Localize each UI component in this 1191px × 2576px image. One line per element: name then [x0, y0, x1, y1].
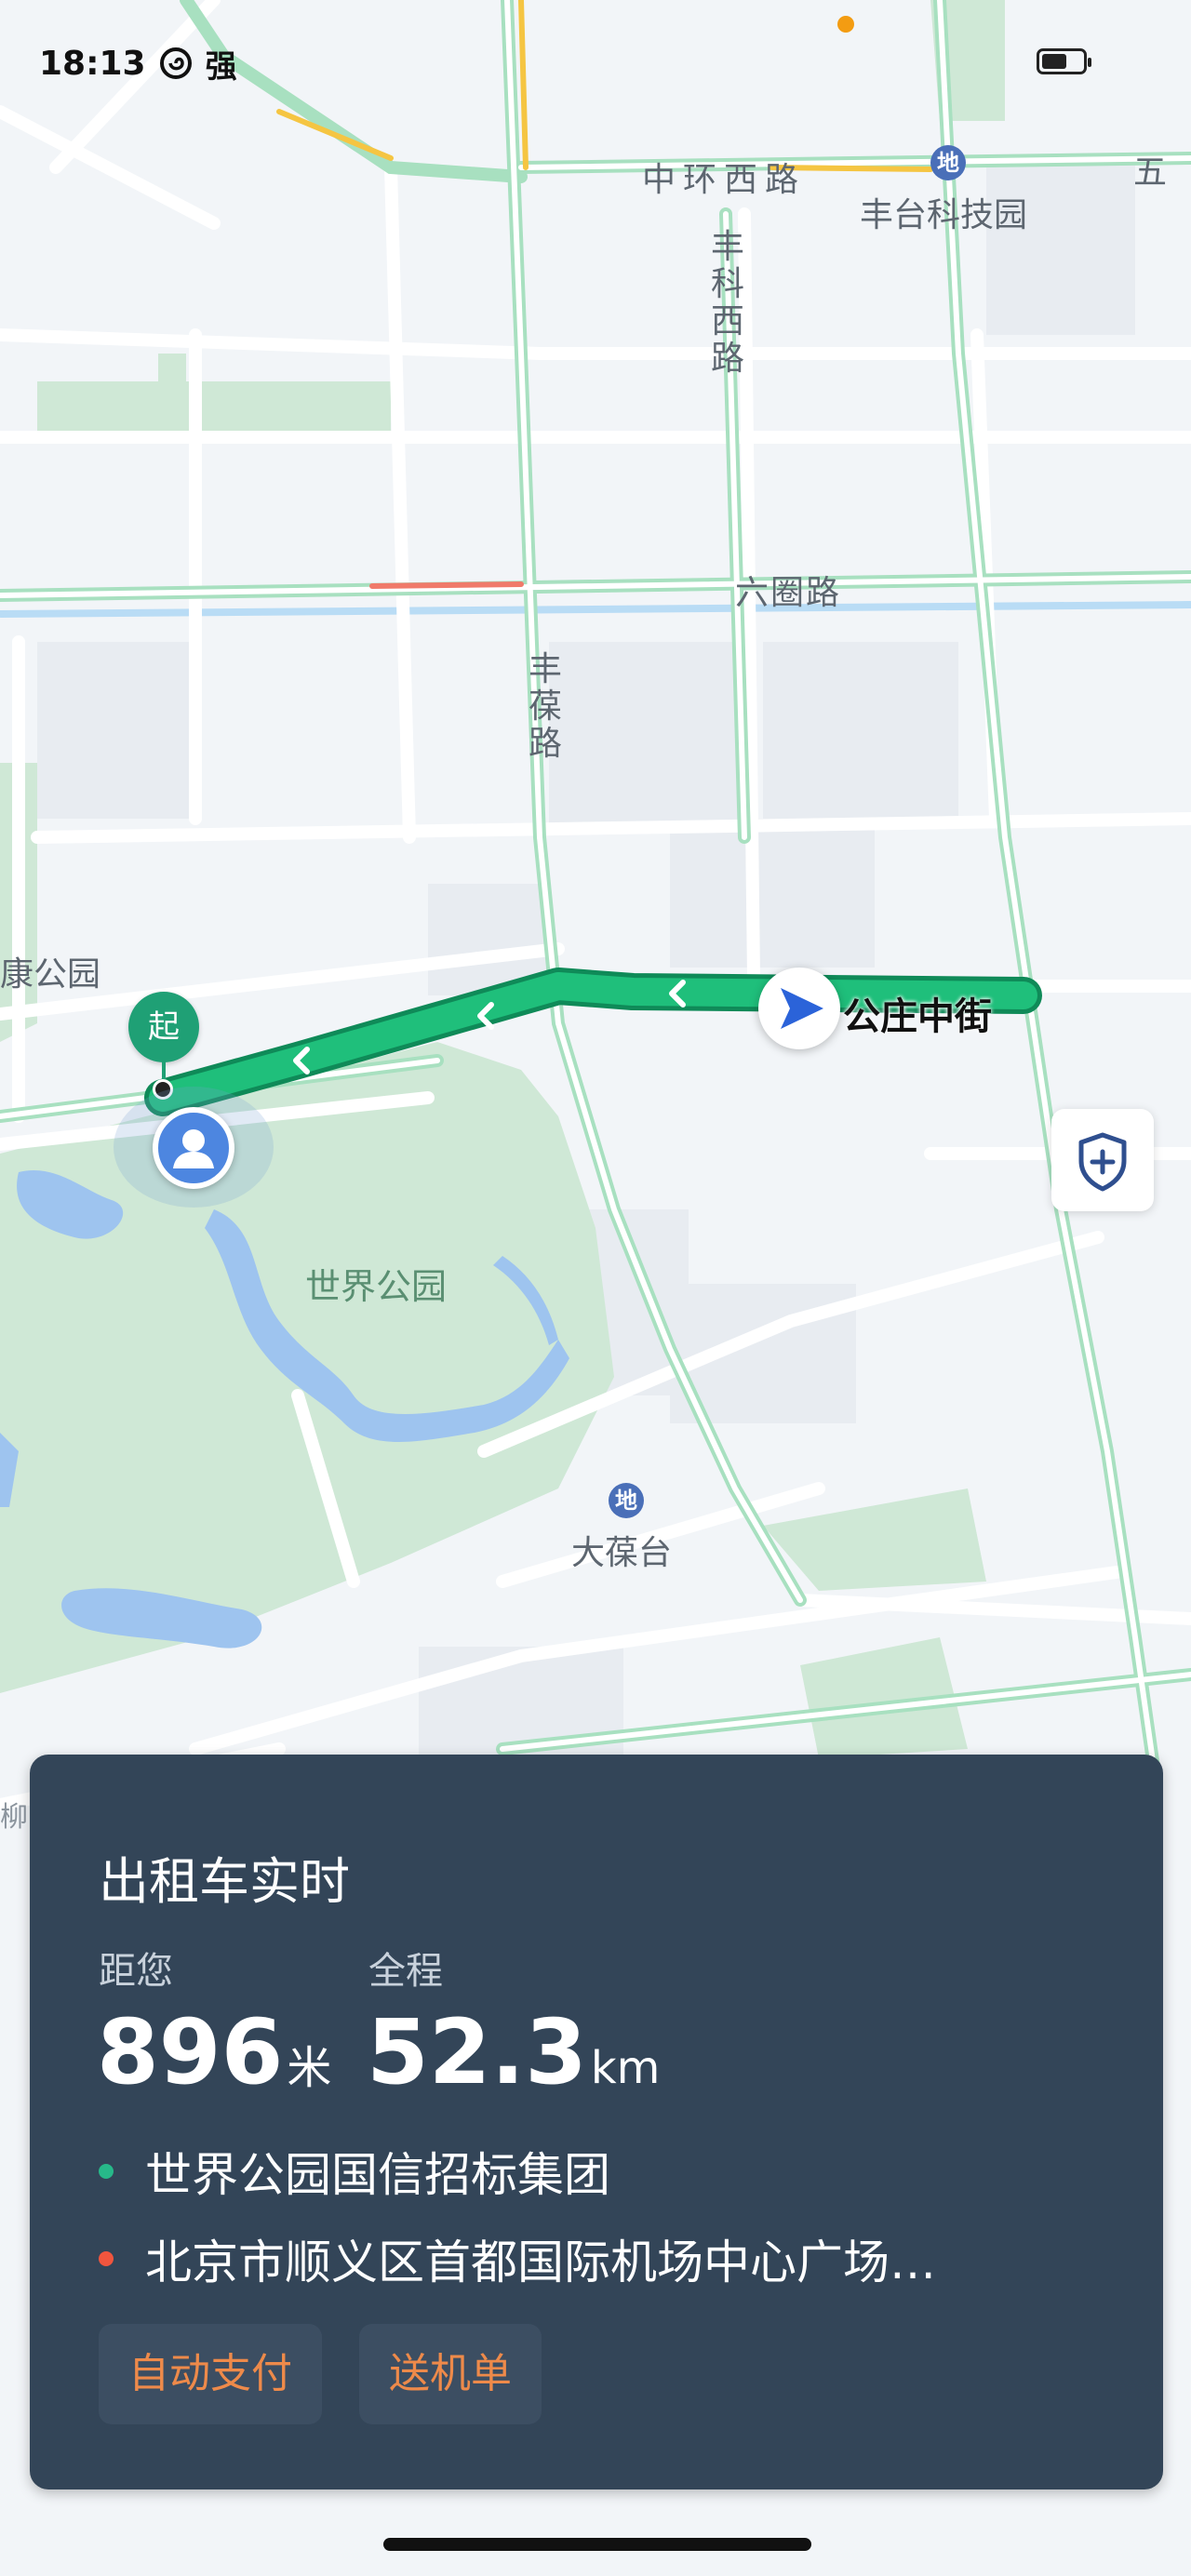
airport-dropoff-button[interactable]: 送机单	[359, 2324, 542, 2424]
signal-spiral-icon	[159, 47, 192, 79]
taxi-marker[interactable]	[758, 968, 840, 1049]
road-label-fengke-xilu: 丰科西路	[710, 228, 744, 378]
card-title: 出租车实时	[99, 1852, 350, 1911]
distance-label: 距您	[99, 1950, 173, 1993]
auto-pay-button[interactable]: 自动支付	[99, 2324, 322, 2424]
poi-label-shijie-gongyuan[interactable]: 世界公园	[305, 1258, 447, 1309]
taxi-realtime-card: 出租车实时 距您 896米 全程 52.3km 世界公园国信招标集团 北京市顺义…	[30, 1755, 1163, 2489]
traffic-event-dot	[837, 16, 854, 33]
network-strength-label: 强	[205, 47, 237, 86]
poi-label-fengtai-keji-yuan[interactable]: 丰台科技园	[860, 188, 1027, 236]
poi-label-liu: 柳	[0, 1801, 30, 1834]
taxi-location-label: 公庄中街	[843, 995, 992, 1038]
battery-icon	[1037, 48, 1091, 74]
safety-center-button[interactable]	[1051, 1109, 1154, 1211]
destination-row[interactable]: 北京市顺义区首都国际机场中心广场…	[99, 2225, 936, 2292]
total-distance-label: 全程	[368, 1950, 443, 1993]
distance-value-group: 896米	[97, 2006, 331, 2115]
home-indicator[interactable]	[383, 2538, 811, 2551]
origin-dot	[99, 2164, 114, 2179]
origin-row[interactable]: 世界公园国信招标集团	[99, 2138, 610, 2205]
metro-station-icon[interactable]: 地	[930, 145, 966, 180]
start-point-pin[interactable]: 起	[128, 992, 199, 1062]
total-distance-group: 52.3km	[367, 2006, 660, 2115]
poi-label-kang-gongyuan[interactable]: 康公园	[0, 947, 100, 995]
origin-address: 世界公园国信招标集团	[145, 2148, 610, 2202]
metro-station-icon[interactable]: 地	[609, 1483, 644, 1518]
shield-plus-icon	[1078, 1132, 1127, 1192]
navigation-arrow-icon	[781, 988, 823, 1029]
total-distance-value: 52.3	[367, 2000, 587, 2104]
road-label-liuquan-lu: 六圈路	[735, 574, 842, 612]
person-icon	[173, 1129, 214, 1168]
total-distance-unit: km	[590, 2042, 661, 2094]
user-avatar[interactable]	[153, 1107, 234, 1189]
poi-label-datai[interactable]: 大葆台	[571, 1526, 672, 1574]
status-time: 18:13	[39, 44, 146, 83]
destination-address: 北京市顺义区首都国际机场中心广场…	[145, 2236, 936, 2289]
distance-value: 896	[97, 2000, 284, 2104]
road-label-wu: 五	[1133, 153, 1170, 192]
status-bar: 18:13 强	[39, 37, 237, 89]
destination-dot	[99, 2251, 114, 2266]
road-label-fengbao-lu: 丰葆路	[528, 650, 562, 763]
road-label-zhonghuan-xilu: 中环西路	[642, 161, 807, 199]
distance-unit: 米	[287, 2042, 332, 2094]
